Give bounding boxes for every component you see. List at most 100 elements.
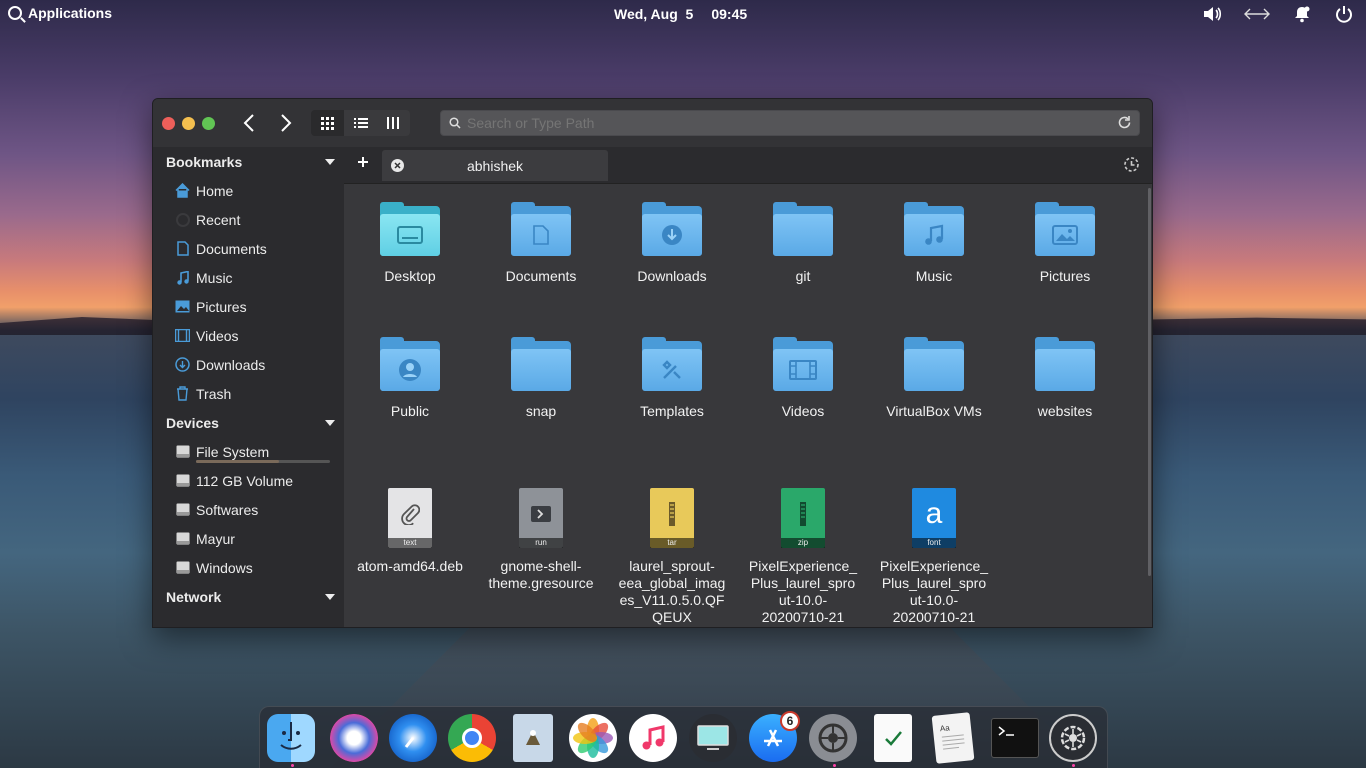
- sidebar-item-softwares[interactable]: Softwares: [153, 495, 344, 524]
- folder-virtualbox-vms[interactable]: VirtualBox VMs: [874, 337, 994, 420]
- dock: 6 Aa: [259, 706, 1108, 768]
- finder-icon[interactable]: [267, 714, 315, 762]
- pictures-folder-icon: [1035, 202, 1095, 258]
- path-bar[interactable]: [440, 110, 1140, 136]
- settings-gear-icon[interactable]: [1049, 714, 1097, 762]
- power-icon[interactable]: [1334, 4, 1354, 24]
- devices-section-header[interactable]: Devices: [153, 408, 344, 437]
- videos-folder-icon: [773, 337, 833, 393]
- sidebar-item-recent[interactable]: Recent: [153, 205, 344, 234]
- view-mode-switcher: [311, 110, 410, 136]
- running-indicator: [291, 764, 294, 767]
- checklist-icon[interactable]: [874, 714, 912, 762]
- folder-desktop[interactable]: Desktop: [350, 202, 470, 285]
- music-note-icon: [175, 270, 190, 285]
- bookmarks-section-header[interactable]: Bookmarks: [153, 147, 344, 176]
- sidebar-item-112gb-volume[interactable]: 112 GB Volume: [153, 466, 344, 495]
- top-panel: Applications Wed, Aug 5 09:45: [0, 0, 1366, 30]
- folder-snap[interactable]: snap: [481, 337, 601, 420]
- folder-videos[interactable]: Videos: [743, 337, 863, 420]
- clock[interactable]: Wed, Aug 5 09:45: [614, 6, 747, 22]
- disk-usage-bar: [196, 460, 330, 463]
- history-spinner-icon[interactable]: [1123, 156, 1140, 178]
- sidebar-item-trash[interactable]: Trash: [153, 379, 344, 408]
- caret-down-icon: [325, 593, 335, 600]
- siri-icon[interactable]: [330, 714, 378, 762]
- drive-icon: [175, 444, 190, 459]
- documents-folder-icon: [511, 202, 571, 258]
- folder-downloads[interactable]: Downloads: [612, 202, 732, 285]
- trash-icon: [175, 386, 190, 401]
- applications-menu-button[interactable]: Applications: [8, 5, 112, 21]
- folder-icon: [904, 337, 964, 393]
- sidebar-item-downloads[interactable]: Downloads: [153, 350, 344, 379]
- back-button[interactable]: [236, 111, 262, 135]
- file-gnome-shell-theme[interactable]: run gnome-shell-theme.gresource: [481, 488, 601, 592]
- maximize-window-button[interactable]: [202, 117, 215, 130]
- minimize-window-button[interactable]: [182, 117, 195, 130]
- sidebar-item-videos[interactable]: Videos: [153, 321, 344, 350]
- photos-icon[interactable]: [569, 714, 617, 762]
- forward-button[interactable]: [273, 111, 299, 135]
- close-tab-icon[interactable]: [391, 159, 404, 172]
- caret-down-icon: [325, 419, 335, 426]
- folder-icon: [1035, 337, 1095, 393]
- downloads-folder-icon: [642, 202, 702, 258]
- new-tab-button[interactable]: [356, 155, 372, 171]
- sidebar-item-home[interactable]: Home: [153, 176, 344, 205]
- file-pixelexperience-zip[interactable]: zip PixelExperience_Plus_laurel_sprout-1…: [743, 488, 863, 626]
- tab-abhishek[interactable]: abhishek: [382, 150, 608, 181]
- search-icon: [449, 117, 461, 129]
- tab-label: abhishek: [466, 157, 524, 174]
- network-section-header[interactable]: Network: [153, 582, 344, 611]
- sidebar-item-documents[interactable]: Documents: [153, 234, 344, 263]
- path-input[interactable]: [467, 115, 1107, 131]
- clock-icon: [175, 212, 190, 227]
- chrome-icon[interactable]: [448, 714, 496, 762]
- folder-documents[interactable]: Documents: [481, 202, 601, 285]
- font-file-icon: a font: [912, 488, 956, 548]
- list-icon: [353, 118, 368, 128]
- sidebar-item-mayur[interactable]: Mayur: [153, 524, 344, 553]
- system-settings-icon[interactable]: [809, 714, 857, 762]
- plus-icon: [358, 157, 368, 167]
- date-label: Wed, Aug 5: [614, 6, 694, 22]
- public-folder-icon: [380, 337, 440, 393]
- file-laurel-sprout-tar[interactable]: tar laurel_sprout-eea_global_images_V11.…: [612, 488, 732, 626]
- column-view-button[interactable]: [377, 110, 410, 136]
- desktop-folder-icon: [380, 202, 440, 258]
- file-pixelexperience-font[interactable]: a font PixelExperience_Plus_laurel_sprou…: [874, 488, 994, 626]
- notification-bell-icon[interactable]: [1292, 4, 1312, 24]
- sidebar-item-music[interactable]: Music: [153, 263, 344, 292]
- running-indicator: [1072, 764, 1075, 767]
- folder-pictures[interactable]: Pictures: [1005, 202, 1125, 285]
- list-view-button[interactable]: [344, 110, 377, 136]
- safari-icon[interactable]: [389, 714, 437, 762]
- text-editor-icon[interactable]: Aa: [931, 712, 975, 764]
- app-store-icon[interactable]: 6: [749, 711, 800, 762]
- network-arrows-icon[interactable]: [1244, 4, 1270, 24]
- picture-icon: [175, 299, 190, 314]
- time-label: 09:45: [711, 6, 748, 22]
- mail-icon[interactable]: [513, 714, 553, 762]
- content-scrollbar[interactable]: [1148, 188, 1151, 576]
- volume-icon[interactable]: [1202, 4, 1222, 24]
- sidebar-item-pictures[interactable]: Pictures: [153, 292, 344, 321]
- sidebar-item-file-system[interactable]: File System: [153, 437, 344, 466]
- folder-git[interactable]: git: [743, 202, 863, 285]
- display-icon[interactable]: [689, 714, 737, 762]
- folder-websites[interactable]: websites: [1005, 337, 1125, 420]
- file-atom-deb[interactable]: text atom-amd64.deb: [350, 488, 470, 575]
- columns-icon: [387, 117, 399, 129]
- folder-templates[interactable]: Templates: [612, 337, 732, 420]
- sidebar-item-windows[interactable]: Windows: [153, 553, 344, 582]
- reload-icon[interactable]: [1117, 115, 1132, 133]
- folder-music[interactable]: Music: [874, 202, 994, 285]
- folder-public[interactable]: Public: [350, 337, 470, 420]
- window-controls: [162, 117, 215, 130]
- terminal-icon[interactable]: [991, 718, 1039, 758]
- grid-view-button[interactable]: [311, 110, 344, 136]
- music-icon[interactable]: [629, 714, 677, 762]
- chevron-left-icon: [243, 114, 254, 132]
- close-window-button[interactable]: [162, 117, 175, 130]
